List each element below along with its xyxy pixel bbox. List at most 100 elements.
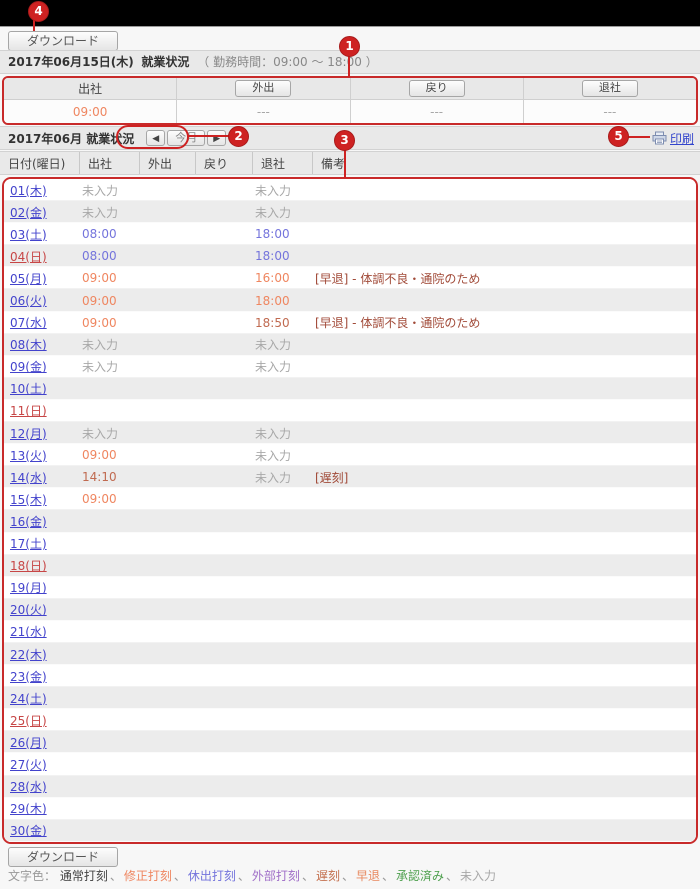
date-link[interactable]: 11(日) <box>10 404 47 418</box>
cell-note: [早退] - 体調不良・通院のため <box>315 272 480 286</box>
cell-in: 未入力 <box>82 427 118 441</box>
today-punch-table: 出社 外出 戻り 退社 09:00 --- --- --- <box>2 76 698 125</box>
cell-leave: 18:00 <box>255 294 290 308</box>
month-table-row: 23(金) <box>4 665 696 687</box>
date-link[interactable]: 17(土) <box>10 537 47 551</box>
annotation-line-3 <box>344 150 346 178</box>
date-link[interactable]: 18(日) <box>10 559 47 573</box>
date-link[interactable]: 29(木) <box>10 802 47 816</box>
annotation-outline-month-nav <box>116 125 189 149</box>
date-link[interactable]: 03(土) <box>10 228 47 242</box>
month-table-row: 02(金)未入力未入力 <box>4 201 696 223</box>
top-black-bar <box>0 0 700 27</box>
download-button-bottom[interactable]: ダウンロード <box>8 847 118 867</box>
month-table-row: 14(水)14:10未入力[遅刻] <box>4 466 696 488</box>
date-link[interactable]: 22(木) <box>10 648 47 662</box>
cell-in: 09:00 <box>82 271 117 285</box>
col-date-label: 日付(曜日) <box>0 152 80 174</box>
cell-leave: 未入力 <box>255 184 291 198</box>
date-link[interactable]: 02(金) <box>10 206 47 220</box>
cell-note: [遅刻] <box>315 471 348 485</box>
cell-note: [早退] - 体調不良・通院のため <box>315 316 480 330</box>
date-link[interactable]: 04(日) <box>10 250 47 264</box>
month-table-row: 12(月) 未入力 未入力 <box>4 422 696 444</box>
month-table-row: 25(日) <box>4 709 696 731</box>
date-link[interactable]: 08(木) <box>10 338 47 352</box>
cell-in: 14:10 <box>82 470 117 484</box>
print-link[interactable]: 印刷 <box>670 130 694 147</box>
annotation-line-2 <box>187 135 229 137</box>
cell-leave: 未入力 <box>255 427 291 441</box>
cell-leave: 未入力 <box>255 338 291 352</box>
date-link[interactable]: 16(金) <box>10 515 47 529</box>
date-link[interactable]: 12(月) <box>10 427 47 441</box>
month-table-row: 09(金) 未入力 未入力 <box>4 356 696 378</box>
date-link[interactable]: 05(月) <box>10 272 47 286</box>
legend-separator: 、 <box>110 869 122 883</box>
punch-goout-button[interactable]: 外出 <box>235 80 291 97</box>
col-goout-label: 外出 <box>140 152 196 174</box>
date-link[interactable]: 27(火) <box>10 758 47 772</box>
date-link[interactable]: 13(火) <box>10 449 47 463</box>
cell-leave: 18:00 <box>255 227 290 241</box>
date-link[interactable]: 21(水) <box>10 625 47 639</box>
date-link[interactable]: 06(火) <box>10 294 47 308</box>
date-link[interactable]: 28(水) <box>10 780 47 794</box>
date-link[interactable]: 14(水) <box>10 471 47 485</box>
month-table-body: 01(木)未入力未入力02(金)未入力未入力03(土)08:0018:0004(… <box>2 177 698 844</box>
date-link[interactable]: 23(金) <box>10 670 47 684</box>
legend-item: 承認済み <box>396 869 444 883</box>
annotation-line-5 <box>628 136 650 138</box>
date-link[interactable]: 01(木) <box>10 184 47 198</box>
month-table-row: 13(火)09:00未入力 <box>4 444 696 466</box>
month-table-row: 06(火)09:0018:00 <box>4 289 696 311</box>
date-link[interactable]: 24(土) <box>10 692 47 706</box>
printer-icon <box>652 131 667 145</box>
today-section-title: 就業状況 <box>141 55 189 69</box>
punch-clockin-time: 09:00 <box>73 105 108 119</box>
download-button-top[interactable]: ダウンロード <box>8 31 118 51</box>
legend-item: 休出打刻 <box>188 869 236 883</box>
date-link[interactable]: 26(月) <box>10 736 47 750</box>
date-link[interactable]: 19(月) <box>10 581 47 595</box>
cell-leave: 未入力 <box>255 360 291 374</box>
annotation-badge-4: 4 <box>28 1 49 22</box>
legend-prefix: 文字色： <box>8 869 60 883</box>
month-column-header: 日付(曜日) 出社 外出 戻り 退社 備考 <box>0 151 700 175</box>
month-table-row: 11(日) <box>4 400 696 422</box>
cell-leave: 18:00 <box>255 249 290 263</box>
month-table-row: 29(木) <box>4 798 696 820</box>
legend-separator: 、 <box>302 869 314 883</box>
annotation-line-4 <box>33 20 35 31</box>
annotation-badge-5: 5 <box>608 126 629 147</box>
month-table-row: 26(月) <box>4 731 696 753</box>
legend-item: 通常打刻 <box>60 869 108 883</box>
date-link[interactable]: 09(金) <box>10 360 47 374</box>
legend-separator: 、 <box>174 869 186 883</box>
date-link[interactable]: 25(日) <box>10 714 47 728</box>
month-table-row: 27(火) <box>4 753 696 775</box>
punch-clockout-button[interactable]: 退社 <box>582 80 638 97</box>
cell-in: 未入力 <box>82 360 118 374</box>
date-link[interactable]: 30(金) <box>10 824 47 838</box>
date-link[interactable]: 07(水) <box>10 316 47 330</box>
punch-return-button[interactable]: 戻り <box>409 80 465 97</box>
next-month-button[interactable]: ▶ <box>207 130 226 146</box>
annotation-badge-2: 2 <box>228 126 249 147</box>
month-table-row: 19(月) <box>4 577 696 599</box>
col-return-label: 戻り <box>196 152 253 174</box>
date-link[interactable]: 15(木) <box>10 493 47 507</box>
punch-return-time: --- <box>430 105 443 119</box>
cell-in: 09:00 <box>82 316 117 330</box>
date-link[interactable]: 20(火) <box>10 603 47 617</box>
cell-leave: 未入力 <box>255 206 291 220</box>
month-table-row: 07(水)09:0018:50[早退] - 体調不良・通院のため <box>4 312 696 334</box>
date-link[interactable]: 10(土) <box>10 382 47 396</box>
col-remarks-label: 備考 <box>313 152 700 174</box>
month-table-row: 22(木) <box>4 643 696 665</box>
cell-in: 09:00 <box>82 492 117 506</box>
month-table-row: 03(土)08:0018:00 <box>4 223 696 245</box>
month-table-row: 18(日) <box>4 555 696 577</box>
month-table-row: 28(水) <box>4 776 696 798</box>
cell-leave: 未入力 <box>255 449 291 463</box>
